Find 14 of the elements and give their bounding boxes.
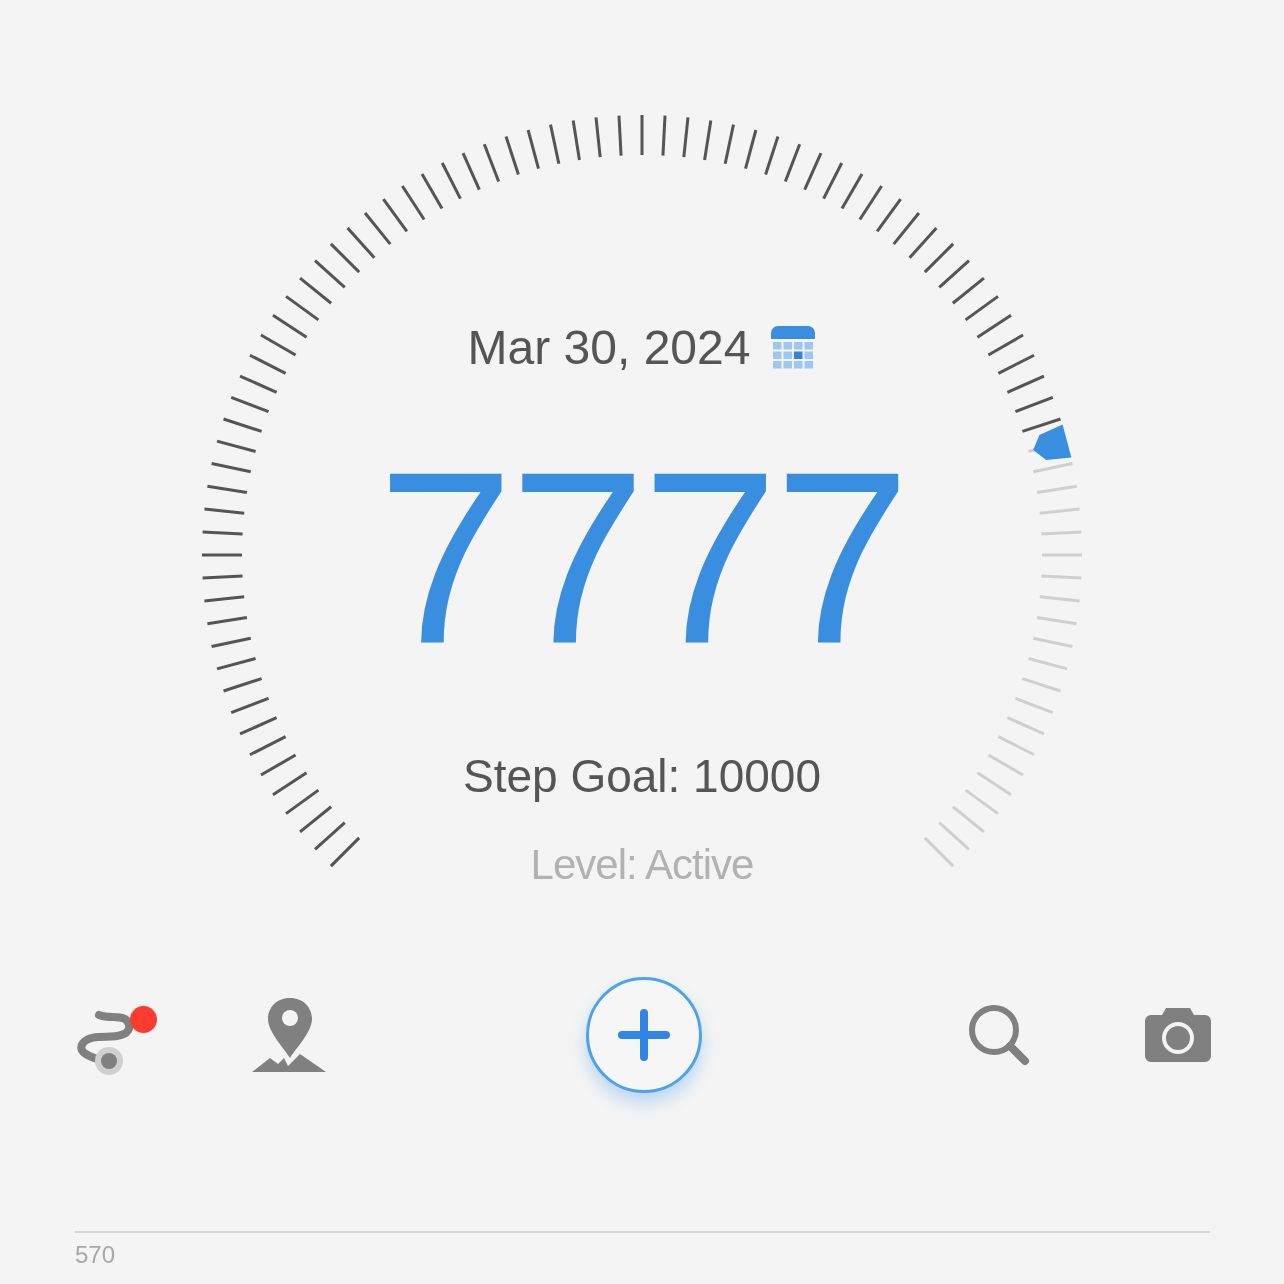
date-label: Mar 30, 2024 bbox=[467, 320, 751, 376]
add-button[interactable] bbox=[586, 977, 702, 1093]
gauge-marker[interactable] bbox=[1033, 424, 1072, 460]
step-goal-label: Step Goal: 10000 bbox=[462, 750, 822, 802]
footer-label: 570 bbox=[75, 1241, 116, 1268]
step-count: 7777 bbox=[377, 435, 907, 680]
plus-icon bbox=[618, 1009, 670, 1061]
map-pin-icon bbox=[252, 996, 328, 1074]
camera-icon bbox=[1144, 1007, 1212, 1063]
camera-button[interactable] bbox=[1144, 1006, 1212, 1064]
calendar-icon[interactable] bbox=[770, 325, 817, 371]
activity-level-label: Level: Active bbox=[530, 841, 754, 889]
search-button[interactable] bbox=[967, 1003, 1031, 1067]
search-icon bbox=[968, 1004, 1030, 1066]
